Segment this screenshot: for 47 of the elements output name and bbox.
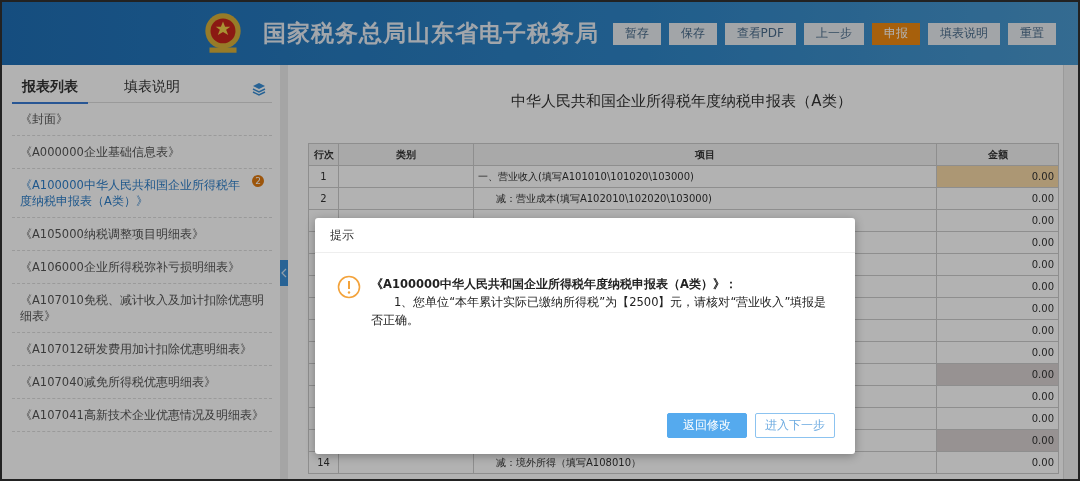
form-list-item[interactable]: 《A000000企业基础信息表》 — [20, 144, 266, 160]
site-title: 国家税务总局山东省电子税务局 — [263, 19, 599, 48]
column-header: 行次 — [308, 143, 339, 166]
toolbar-button[interactable]: 填表说明 — [928, 22, 1000, 45]
form-list-item[interactable]: 《A107040减免所得税优惠明细表》 — [20, 374, 266, 390]
column-header: 类别 — [338, 143, 474, 166]
form-list-item[interactable]: 《A100000中华人民共和国企业所得税年度纳税申报表（A类）》 — [20, 177, 250, 209]
row-number: 1 — [308, 165, 339, 188]
toolbar-button[interactable]: 上一步 — [804, 22, 864, 45]
table-cell: 减：营业成本(填写A102010\102020\103000) — [473, 187, 937, 210]
form-list-item[interactable]: 《A105000纳税调整项目明细表》 — [20, 226, 266, 242]
layers-icon[interactable] — [252, 81, 266, 96]
toolbar-button[interactable]: 重置 — [1008, 22, 1056, 45]
toolbar-button[interactable]: 暂存 — [612, 22, 661, 45]
form-list-item[interactable]: 《A107010免税、减计收入及加计扣除优惠明细表》 — [20, 292, 266, 324]
amount-cell[interactable]: 0.00 — [936, 319, 1059, 342]
column-header: 项目 — [473, 143, 937, 166]
column-header: 金额 — [936, 143, 1059, 166]
amount-cell[interactable]: 0.00 — [936, 253, 1059, 276]
amount-cell[interactable]: 0.00 — [936, 407, 1059, 430]
warning-icon — [337, 275, 361, 299]
sidebar-tab[interactable]: 填表说明 — [114, 73, 190, 104]
scrollbar[interactable] — [1063, 65, 1078, 479]
table-cell: 一、营业收入(填写A101010\101020\103000) — [473, 165, 937, 188]
collapse-handle[interactable] — [280, 65, 288, 479]
count-badge: 2 — [252, 175, 264, 187]
dialog-message: 1、您单位“本年累计实际已缴纳所得税”为【2500】元，请核对“营业收入”填报是否正确。 — [371, 294, 828, 329]
form-list-item[interactable]: 《封面》 — [20, 111, 266, 127]
amount-cell[interactable]: 0.00 — [936, 187, 1059, 210]
form-list-item[interactable]: 《A107012研发费用加计扣除优惠明细表》 — [20, 341, 266, 357]
amount-cell[interactable]: 0.00 — [936, 209, 1059, 232]
toolbar-button[interactable]: 保存 — [668, 22, 717, 45]
dialog-title: 提示 — [315, 218, 855, 253]
row-number: 2 — [308, 187, 339, 210]
form-title: 中华人民共和国企业所得税年度纳税申报表（A类） — [510, 91, 853, 112]
amount-cell[interactable]: 0.00 — [936, 297, 1059, 320]
amount-cell[interactable]: 0.00 — [936, 341, 1059, 364]
sidebar-tab[interactable]: 报表列表 — [12, 73, 88, 104]
form-list-item[interactable]: 《A106000企业所得税弥补亏损明细表》 — [20, 259, 266, 275]
dialog-heading: 《A100000中华人民共和国企业所得税年度纳税申报表（A类）》： — [371, 276, 738, 293]
amount-cell[interactable]: 0.00 — [936, 385, 1059, 408]
chevron-left-icon — [280, 260, 288, 286]
toolbar-button[interactable]: 查看PDF — [724, 22, 796, 45]
form-list-item[interactable]: 《A107041高新技术企业优惠情况及明细表》 — [20, 407, 266, 423]
amount-cell[interactable]: 0.00 — [936, 231, 1059, 254]
amount-cell[interactable]: 0.00 — [936, 451, 1059, 474]
amount-cell[interactable]: 0.00 — [936, 275, 1059, 298]
